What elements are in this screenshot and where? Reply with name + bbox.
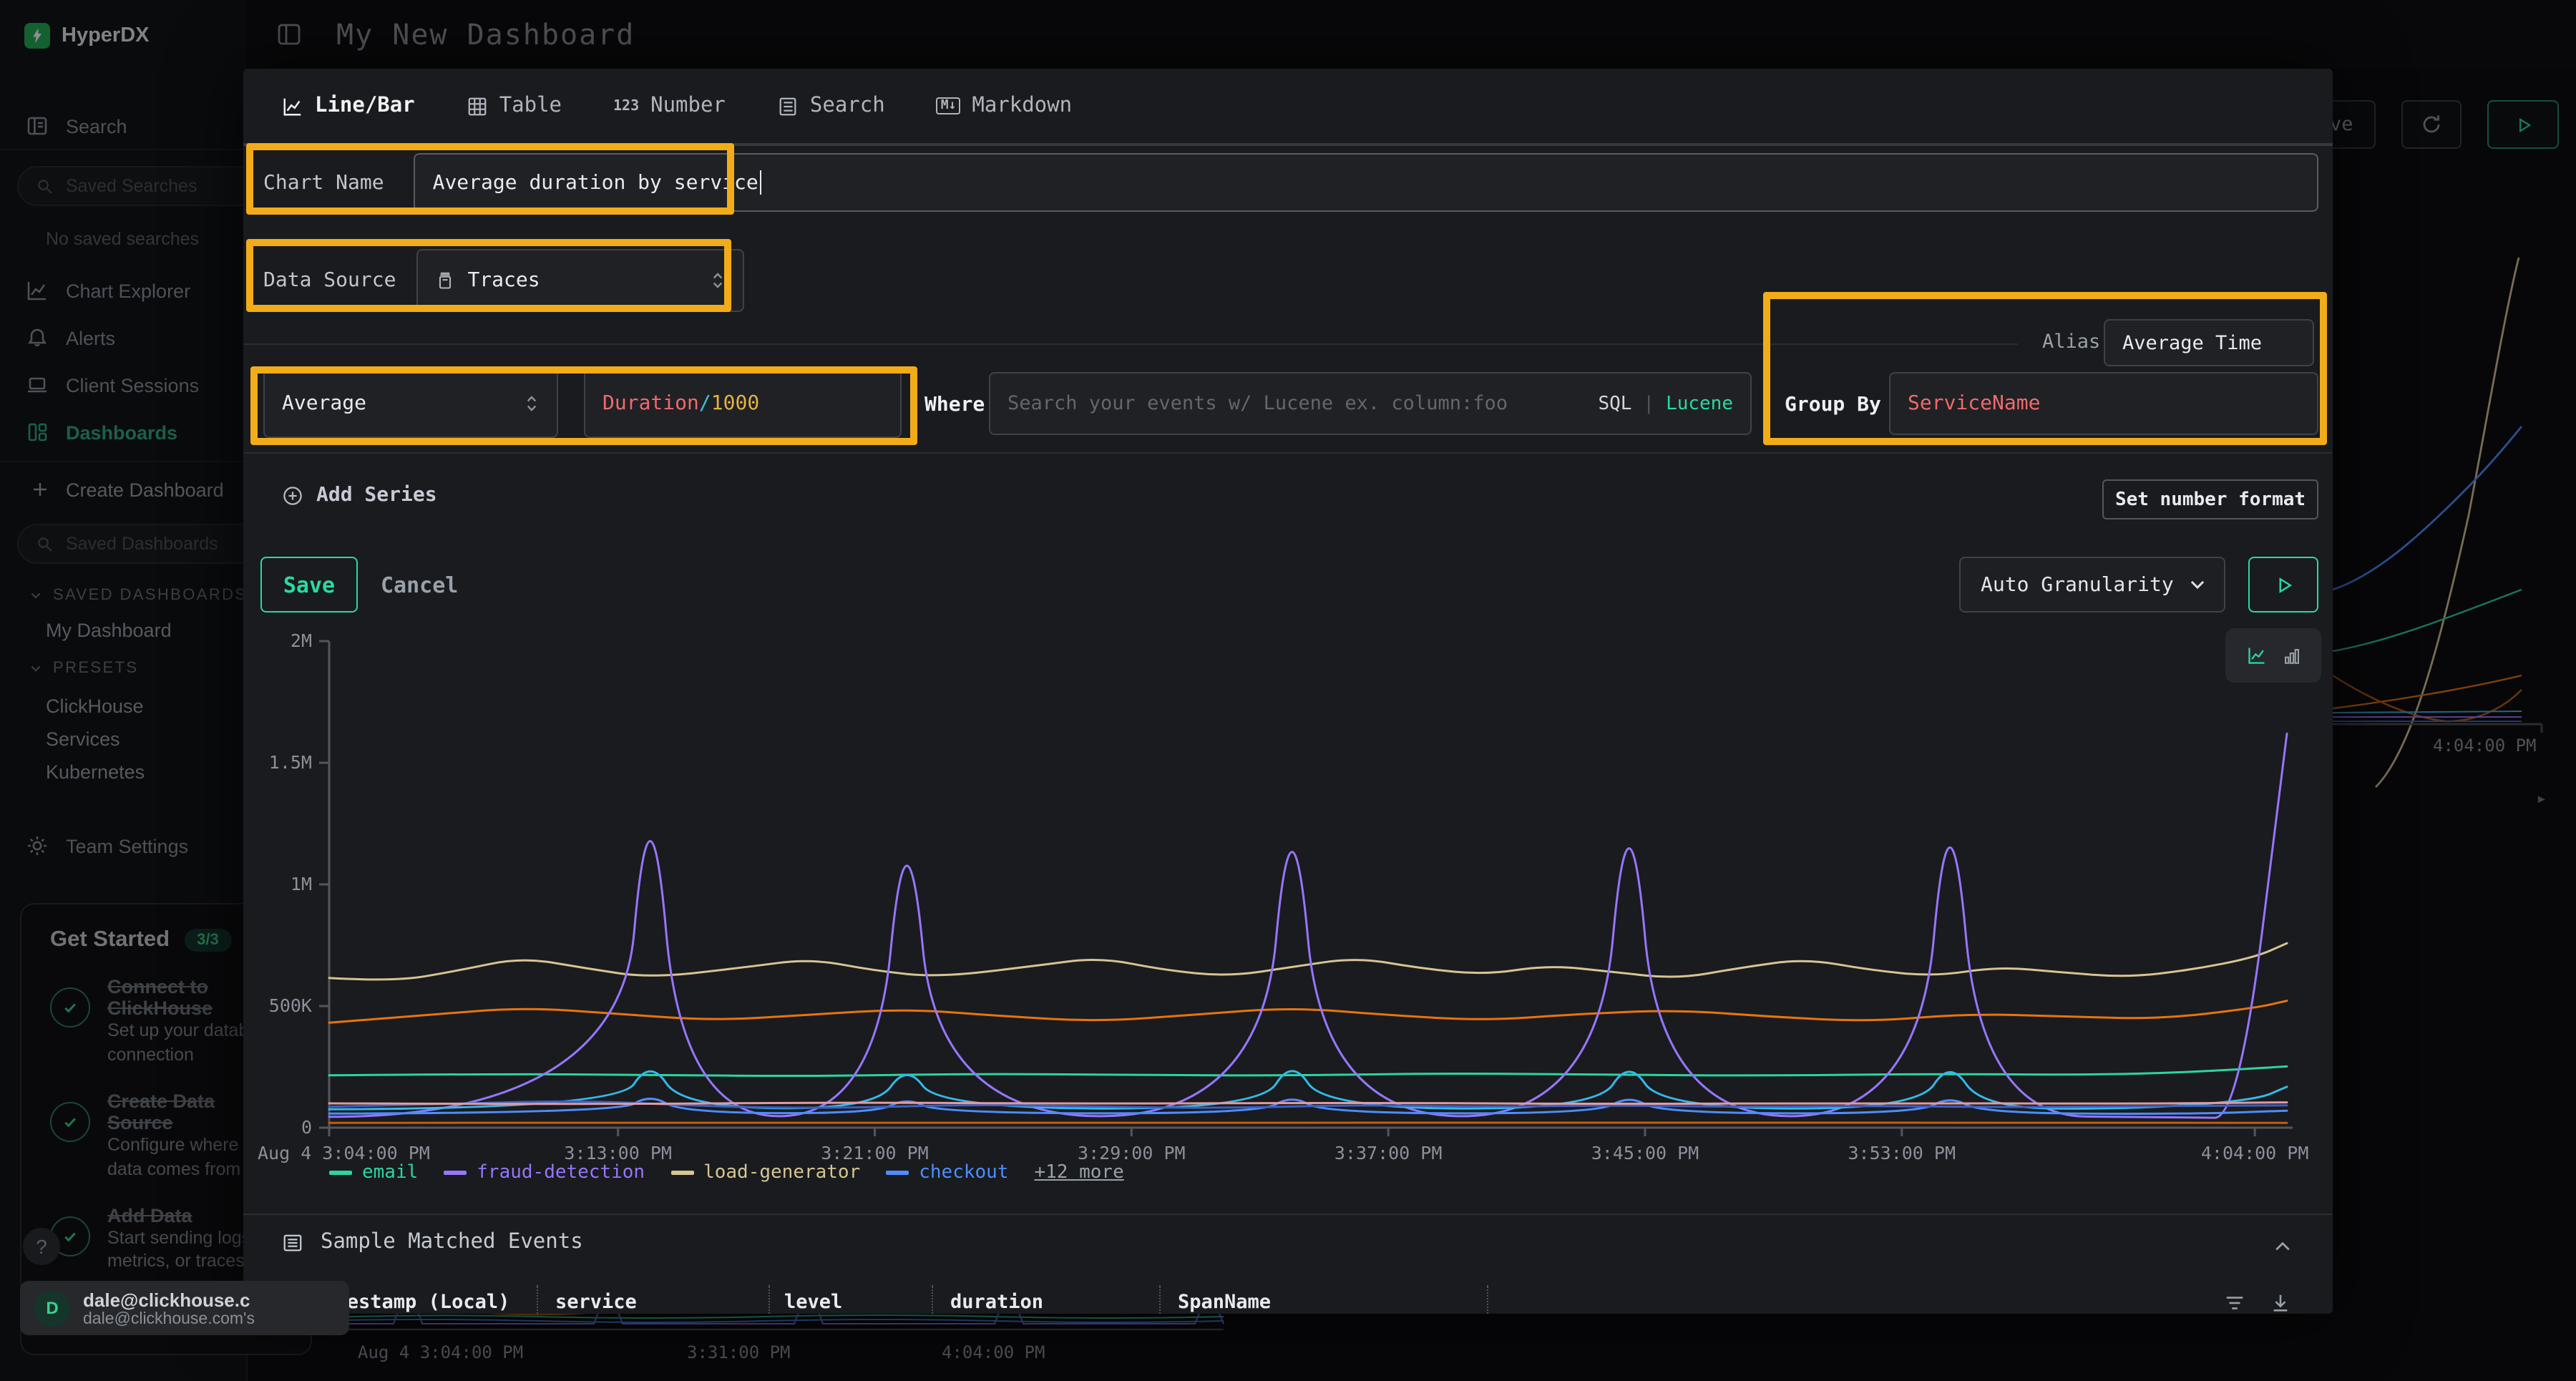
set-number-format-button[interactable]: Set number format: [2102, 479, 2318, 519]
where-label: Where: [924, 394, 985, 416]
x-tick-label: 3:13:00 PM: [564, 1143, 672, 1163]
cancel-button[interactable]: Cancel: [381, 557, 458, 613]
avatar: D: [34, 1290, 70, 1326]
annotation-group-by: [1763, 292, 2327, 445]
main-chart: 0 500K 1M 1.5M 2M Aug 4 3:04:00 PM 3:13:00 PM 3…: [243, 627, 2333, 1178]
annotation-data-source: [246, 239, 731, 312]
legend-item-fraud-detection[interactable]: fraud-detection: [444, 1162, 645, 1184]
column-header-level[interactable]: level: [784, 1291, 842, 1314]
app-root: HyperDX Search Saved Searches No saved s…: [0, 0, 2576, 1381]
where-search-input[interactable]: Search your events w/ Lucene ex. column:…: [989, 372, 1752, 435]
granularity-select[interactable]: Auto Granularity: [1959, 557, 2225, 613]
series-line-fraud-detection: [329, 733, 2287, 1118]
annotation-chart-name: [246, 143, 734, 215]
user-name: dale@clickhouse.c: [83, 1289, 255, 1310]
legend-label: email: [362, 1162, 418, 1184]
column-separator: [932, 1285, 933, 1314]
column-header-service[interactable]: service: [555, 1291, 637, 1314]
sql-toggle[interactable]: SQL: [1598, 393, 1631, 414]
divider: [243, 1214, 2333, 1215]
divider: [243, 452, 2333, 454]
y-tick-label: 2M: [291, 630, 312, 651]
line-chart-icon: [282, 95, 303, 117]
tab-table[interactable]: Table: [467, 69, 562, 145]
number-123-icon: 123: [613, 98, 639, 114]
legend-label: fraud-detection: [477, 1162, 645, 1184]
run-query-button[interactable]: [2248, 557, 2318, 613]
y-tick-label: 0: [301, 1117, 312, 1138]
legend-dash-icon: [329, 1171, 352, 1175]
sample-matched-events-header[interactable]: Sample Matched Events: [282, 1231, 583, 1254]
legend-dash-icon: [670, 1171, 693, 1175]
x-tick-label: 4:04:00 PM: [2201, 1143, 2309, 1163]
legend-label: load-generator: [703, 1162, 860, 1184]
x-tick-label: Aug 4 3:04:00 PM: [258, 1143, 430, 1163]
table-icon: [467, 95, 488, 117]
x-tick-label: 3:45:00 PM: [1591, 1143, 1699, 1163]
tab-markdown[interactable]: M↓ Markdown: [937, 69, 1072, 145]
legend-dash-icon: [886, 1171, 909, 1175]
column-separator: [537, 1285, 538, 1314]
user-detail: dale@clickhouse.com's: [83, 1310, 255, 1327]
series-line: [329, 1001, 2287, 1023]
user-menu[interactable]: D dale@clickhouse.c dale@clickhouse.com'…: [20, 1281, 349, 1335]
chart-legend: email fraud-detection load-generator checko…: [329, 1162, 1124, 1184]
text-caret: [760, 170, 762, 195]
legend-more-link[interactable]: +12 more: [1035, 1162, 1124, 1184]
column-separator: [1159, 1285, 1161, 1314]
legend-item-load-generator[interactable]: load-generator: [670, 1162, 860, 1184]
list-icon: [282, 1231, 303, 1253]
column-header-spanname[interactable]: SpanName: [1178, 1291, 1271, 1314]
x-tick-label: 3:53:00 PM: [1848, 1143, 1956, 1163]
column-separator: [769, 1285, 770, 1314]
document-list-icon: [777, 95, 799, 117]
y-tick-label: 1.5M: [269, 752, 312, 773]
add-series-button[interactable]: Add Series: [282, 484, 437, 507]
collapse-chevron-icon[interactable]: [2273, 1236, 2293, 1256]
annotation-aggregation: [250, 366, 917, 445]
series-line-email: [329, 1066, 2287, 1075]
tab-search[interactable]: Search: [777, 69, 885, 145]
tab-number[interactable]: 123 Number: [613, 69, 726, 145]
chevron-down-icon: [2188, 575, 2207, 594]
plus-circle-icon: [282, 484, 303, 506]
sort-filter-icon[interactable]: [2224, 1292, 2245, 1314]
y-tick-label: 1M: [291, 874, 312, 894]
divider: [243, 343, 2018, 345]
download-icon[interactable]: [2270, 1292, 2291, 1314]
x-tick-label: 3:21:00 PM: [821, 1143, 929, 1163]
tab-line-bar[interactable]: Line/Bar: [282, 69, 415, 145]
play-icon: [2273, 575, 2293, 595]
legend-label: checkout: [919, 1162, 1008, 1184]
x-tick-label: 3:37:00 PM: [1335, 1143, 1443, 1163]
legend-item-checkout[interactable]: checkout: [886, 1162, 1008, 1184]
markdown-icon: M↓: [937, 97, 961, 114]
chart-type-tabs: Line/Bar Table 123 Number Search M↓ Mark…: [243, 69, 2333, 146]
column-separator: [1487, 1285, 1488, 1314]
legend-dash-icon: [444, 1171, 467, 1175]
lucene-toggle[interactable]: Lucene: [1666, 393, 1733, 414]
query-language-toggle[interactable]: SQL | Lucene: [1598, 393, 1733, 414]
legend-item-email[interactable]: email: [329, 1162, 418, 1184]
column-header-duration[interactable]: duration: [950, 1291, 1043, 1314]
x-tick-label: 3:29:00 PM: [1078, 1143, 1186, 1163]
y-tick-label: 500K: [269, 995, 312, 1016]
save-button[interactable]: Save: [260, 557, 358, 613]
